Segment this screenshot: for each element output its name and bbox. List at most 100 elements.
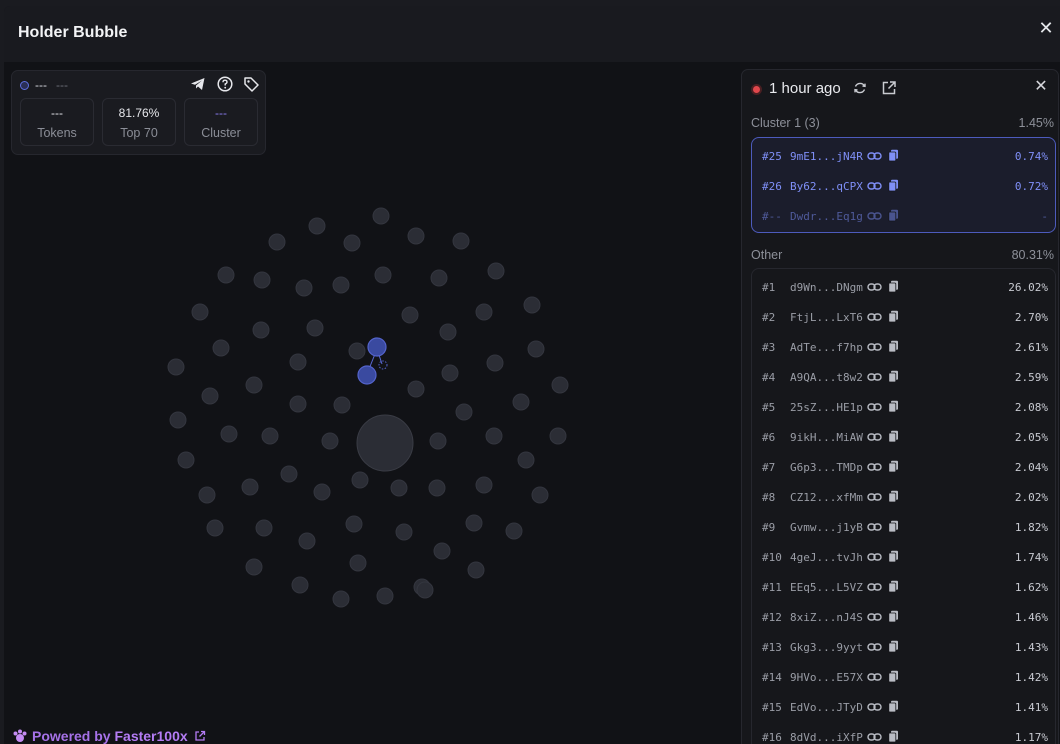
holder-bubble[interactable] — [348, 342, 366, 360]
holder-row[interactable]: #12 8xiZ...nJ4S 1.46% — [752, 602, 1055, 632]
copy-icon[interactable] — [888, 209, 899, 222]
copy-icon[interactable] — [888, 640, 899, 653]
holder-bubble[interactable] — [512, 393, 530, 411]
holder-bubble[interactable] — [439, 323, 457, 341]
link-icon[interactable] — [867, 370, 882, 384]
holder-bubble[interactable] — [298, 532, 316, 550]
holder-address[interactable]: Dwdr...Eq1g — [790, 210, 863, 223]
holder-bubble[interactable] — [313, 483, 331, 501]
holder-bubble[interactable] — [441, 364, 459, 382]
copy-icon[interactable] — [888, 280, 899, 293]
link-icon[interactable] — [867, 280, 882, 294]
holder-bubble[interactable] — [517, 451, 535, 469]
holder-bubble[interactable] — [220, 425, 238, 443]
holder-bubble[interactable] — [467, 561, 485, 579]
copy-icon[interactable] — [888, 460, 899, 473]
link-icon[interactable] — [867, 430, 882, 444]
holder-row[interactable]: #6 9ikH...MiAW 2.05% — [752, 422, 1055, 452]
holder-bubble[interactable] — [252, 321, 270, 339]
holder-address[interactable]: FtjL...LxT6 — [790, 311, 863, 324]
copy-icon[interactable] — [888, 370, 899, 383]
holder-bubble[interactable] — [531, 486, 549, 504]
external-link-icon[interactable] — [194, 730, 206, 742]
holder-bubble[interactable] — [452, 232, 470, 250]
holder-bubble[interactable] — [372, 207, 390, 225]
copy-icon[interactable] — [888, 700, 899, 713]
holder-address[interactable]: 9HVo...E57X — [790, 671, 863, 684]
powered-by[interactable]: Powered by Faster100x — [12, 728, 206, 744]
holder-bubble[interactable] — [485, 427, 503, 445]
copy-icon[interactable] — [888, 580, 899, 593]
holder-bubble[interactable] — [253, 271, 271, 289]
holder-bubble[interactable] — [429, 432, 447, 450]
holder-bubble[interactable] — [245, 558, 263, 576]
refresh-icon[interactable] — [851, 79, 869, 97]
holder-bubble[interactable] — [217, 266, 235, 284]
link-icon[interactable] — [867, 490, 882, 504]
cluster-bubble[interactable] — [357, 365, 377, 385]
holder-row[interactable]: #26 By62...qCPX 0.72% — [752, 171, 1055, 201]
holder-address[interactable]: G6p3...TMDp — [790, 461, 863, 474]
holder-address[interactable]: EEq5...L5VZ — [790, 581, 863, 594]
holder-bubble[interactable] — [407, 380, 425, 398]
holder-bubble[interactable] — [212, 339, 230, 357]
holder-bubble[interactable] — [333, 396, 351, 414]
holder-row[interactable]: #10 4geJ...tvJh 1.74% — [752, 542, 1055, 572]
link-icon[interactable] — [867, 730, 882, 744]
brand-name[interactable]: Faster100x — [114, 728, 187, 744]
copy-icon[interactable] — [888, 670, 899, 683]
holder-bubble[interactable] — [169, 411, 187, 429]
holder-bubble[interactable] — [255, 519, 273, 537]
external-link-icon[interactable] — [880, 79, 898, 97]
holder-bubble[interactable] — [198, 486, 216, 504]
holder-bubble[interactable] — [349, 554, 367, 572]
link-icon[interactable] — [867, 209, 882, 223]
holder-row[interactable]: #1 d9Wn...DNgm 26.02% — [752, 272, 1055, 302]
holder-row[interactable]: #9 Gvmw...j1yB 1.82% — [752, 512, 1055, 542]
link-icon[interactable] — [867, 340, 882, 354]
holder-address[interactable]: AdTe...f7hp — [790, 341, 863, 354]
link-icon[interactable] — [867, 670, 882, 684]
copy-icon[interactable] — [888, 520, 899, 533]
holder-bubble[interactable] — [289, 395, 307, 413]
holder-row[interactable]: #2 FtjL...LxT6 2.70% — [752, 302, 1055, 332]
holder-row[interactable]: #7 G6p3...TMDp 2.04% — [752, 452, 1055, 482]
holder-bubble[interactable] — [390, 479, 408, 497]
help-icon[interactable] — [216, 75, 234, 93]
holder-bubble[interactable] — [201, 387, 219, 405]
copy-icon[interactable] — [888, 550, 899, 563]
link-icon[interactable] — [867, 460, 882, 474]
holder-bubble[interactable] — [306, 319, 324, 337]
holder-address[interactable]: 8xiZ...nJ4S — [790, 611, 863, 624]
link-icon[interactable] — [867, 580, 882, 594]
copy-icon[interactable] — [888, 179, 899, 192]
copy-icon[interactable] — [888, 310, 899, 323]
holder-address[interactable]: A9QA...t8w2 — [790, 371, 863, 384]
holder-row[interactable]: #11 EEq5...L5VZ 1.62% — [752, 572, 1055, 602]
bubble-map[interactable] — [4, 62, 742, 744]
holder-bubble[interactable] — [505, 522, 523, 540]
copy-icon[interactable] — [888, 149, 899, 162]
link-icon[interactable] — [867, 520, 882, 534]
holder-bubble[interactable] — [245, 376, 263, 394]
bubble-canvas[interactable] — [4, 62, 742, 744]
top-holder-bubble[interactable] — [356, 414, 414, 472]
copy-icon[interactable] — [888, 610, 899, 623]
holder-bubble[interactable] — [416, 581, 434, 599]
holder-row[interactable]: #8 CZ12...xfMm 2.02% — [752, 482, 1055, 512]
holder-bubble[interactable] — [280, 465, 298, 483]
copy-icon[interactable] — [888, 730, 899, 743]
holder-row[interactable]: #16 8dVd...iXfP 1.17% — [752, 722, 1055, 744]
link-icon[interactable] — [867, 550, 882, 564]
holder-row[interactable]: #3 AdTe...f7hp 2.61% — [752, 332, 1055, 362]
holder-bubble[interactable] — [345, 515, 363, 533]
holder-bubble[interactable] — [486, 354, 504, 372]
holder-bubble[interactable] — [407, 227, 425, 245]
panel-close-icon[interactable]: ✕ — [1032, 78, 1050, 96]
holder-bubble[interactable] — [428, 479, 446, 497]
link-icon[interactable] — [867, 400, 882, 414]
holder-address[interactable]: 25sZ...HE1p — [790, 401, 863, 414]
link-icon[interactable] — [867, 700, 882, 714]
holder-bubble[interactable] — [401, 306, 419, 324]
link-icon[interactable] — [867, 640, 882, 654]
